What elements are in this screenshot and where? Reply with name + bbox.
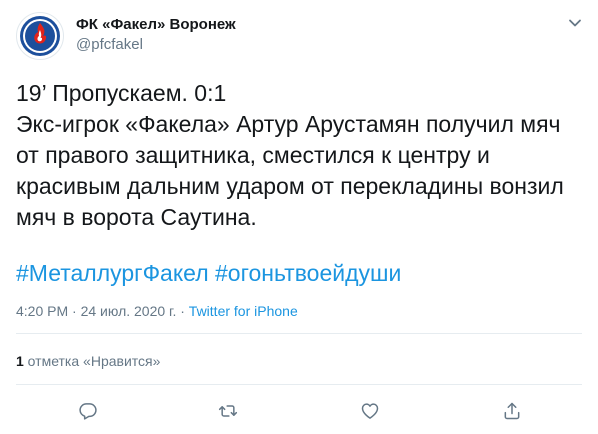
reply-button[interactable] <box>73 396 103 426</box>
divider <box>16 384 582 385</box>
tweet-line: от правого защитника, сместился к центру… <box>16 142 490 168</box>
tweet-text: 19’ Пропускаем. 0:1 Экс-игрок «Факела» А… <box>16 78 576 233</box>
tweet-line: 19’ Пропускаем. 0:1 <box>16 80 227 106</box>
tweet-line: Экс-игрок «Факела» Артур Арустамян получ… <box>16 111 561 137</box>
tweet-card: ФК «Факел» Воронеж @pfcfakel 19’ Пропуск… <box>0 0 598 434</box>
hashtag-row: #МеталлургФакел #огоньтвоейдуши <box>16 258 401 289</box>
tweet-meta: 4:20 PM · 24 июл. 2020 г. · Twitter for … <box>16 303 298 319</box>
club-logo-icon <box>20 16 60 56</box>
reply-icon <box>79 403 97 420</box>
tweet-line: мяч в ворота Саутина. <box>16 204 257 230</box>
retweet-icon <box>218 405 238 417</box>
tweet-line: красивым дальним ударом от перекладины в… <box>16 173 564 199</box>
tweet-date[interactable]: 24 июл. 2020 г. <box>81 303 177 319</box>
hashtag-link[interactable]: #МеталлургФакел <box>16 260 209 286</box>
share-icon <box>504 402 520 420</box>
like-button[interactable] <box>355 396 385 426</box>
author-name[interactable]: ФК «Факел» Воронеж <box>76 16 236 33</box>
hashtag-link[interactable]: #огоньтвоейдуши <box>215 260 401 286</box>
heart-icon <box>361 403 379 419</box>
chevron-down-icon <box>569 19 581 27</box>
likes-label: отметка «Нравится» <box>23 353 161 369</box>
divider <box>16 333 582 334</box>
avatar[interactable] <box>16 12 64 60</box>
retweet-button[interactable] <box>213 396 243 426</box>
more-options-button[interactable] <box>562 10 588 36</box>
likes-stat[interactable]: 1 отметка «Нравится» <box>16 353 160 369</box>
tweet-time[interactable]: 4:20 PM <box>16 303 68 319</box>
likes-count: 1 <box>16 353 24 369</box>
meta-separator: · <box>68 303 81 319</box>
meta-separator: · <box>176 303 189 319</box>
tweet-source-link[interactable]: Twitter for iPhone <box>189 303 298 319</box>
action-bar <box>0 396 598 426</box>
share-button[interactable] <box>497 396 527 426</box>
author-handle[interactable]: @pfcfakel <box>76 36 143 53</box>
